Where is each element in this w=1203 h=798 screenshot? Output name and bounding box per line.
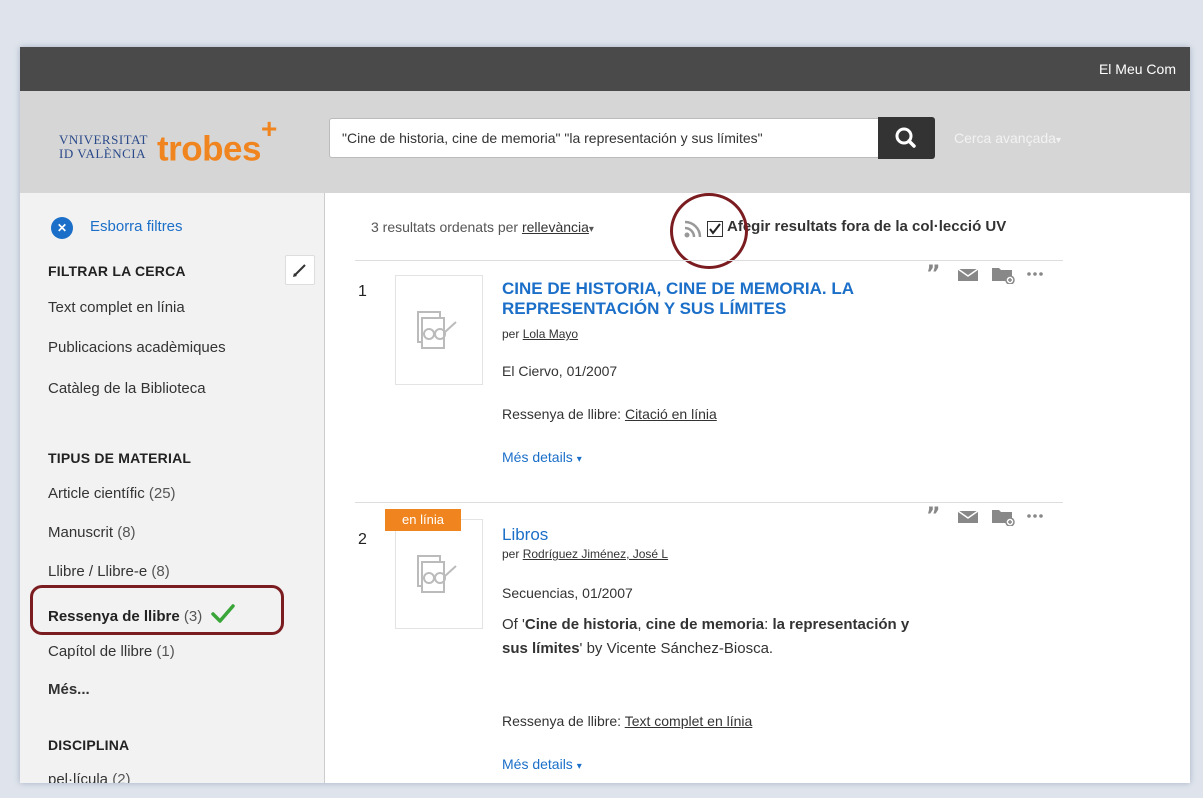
- facet-item-article[interactable]: Article científic (25): [48, 485, 176, 502]
- edit-filters-button[interactable]: [285, 255, 315, 285]
- result-thumbnail[interactable]: [395, 519, 483, 629]
- facet-heading-filter: FILTRAR LA CERCA: [48, 263, 186, 279]
- facet-item-manuscript[interactable]: Manuscrit (8): [48, 524, 136, 541]
- facet-item-chapter[interactable]: Capítol de llibre (1): [48, 643, 175, 660]
- email-icon[interactable]: [957, 264, 979, 284]
- result-type: Ressenya de llibre: Citació en línia: [502, 406, 717, 422]
- facet-more-link[interactable]: Més...: [48, 681, 90, 698]
- result-title-link[interactable]: Libros: [502, 525, 972, 545]
- facet-item-fulltext[interactable]: Text complet en línia: [48, 299, 185, 316]
- include-outside-label[interactable]: Afegir resultats fora de la col·lecció U…: [727, 218, 1006, 235]
- result-source: El Ciervo, 01/2007: [502, 363, 618, 379]
- facet-item-scholarly[interactable]: Publicacions acadèmiques: [48, 339, 226, 356]
- divider: [355, 502, 1063, 503]
- cite-icon[interactable]: ”: [925, 506, 945, 526]
- pencil-icon: [293, 264, 306, 277]
- results-pane: 3 resultats ordenats per rellevància▾ Af…: [325, 193, 1190, 783]
- sort-dropdown[interactable]: rellevància: [522, 219, 589, 235]
- result-source: Secuencias, 01/2007: [502, 585, 633, 601]
- university-logo: VNIVERSITAT ID VALÈNCIA: [59, 132, 148, 161]
- author-link[interactable]: Rodríguez Jiménez, José L: [523, 547, 668, 561]
- top-bar: El Meu Com: [20, 47, 1190, 91]
- facet-heading-discipline: DISCIPLINA: [48, 737, 130, 753]
- book-icon: [417, 311, 457, 349]
- result-number: 1: [358, 283, 367, 300]
- facet-item-book[interactable]: Llibre / Llibre-e (8): [48, 563, 170, 580]
- brand-name: trobes+: [157, 113, 277, 169]
- facet-item-catalog[interactable]: Catàleg de la Biblioteca: [48, 380, 206, 397]
- search-icon: [895, 127, 916, 148]
- advanced-search-link[interactable]: Cerca avançada▾: [954, 118, 1061, 161]
- browser-frame: El Meu Com VNIVERSITAT ID VALÈNCIA trobe…: [20, 47, 1190, 783]
- annotation-highlight-box: [30, 585, 284, 635]
- folder-add-icon[interactable]: [991, 506, 1015, 526]
- caret-down-icon: ▾: [576, 454, 582, 465]
- svg-text:”: ”: [926, 264, 940, 284]
- divider: [355, 260, 1063, 261]
- result-title-link[interactable]: CINE DE HISTORIA, CINE DE MEMORIA. LA RE…: [502, 279, 972, 319]
- caret-down-icon: ▾: [588, 224, 594, 235]
- result-thumbnail[interactable]: [395, 275, 483, 385]
- more-options-icon[interactable]: [1025, 506, 1045, 526]
- facet-heading-material: TIPUS DE MATERIAL: [48, 450, 192, 466]
- book-icon: [417, 555, 457, 593]
- online-badge: en línia: [385, 509, 461, 531]
- svg-text:”: ”: [926, 506, 940, 526]
- result-description: Of 'Cine de historia, cine de memoria: l…: [502, 616, 910, 657]
- result-number: 2: [358, 531, 367, 548]
- folder-add-icon[interactable]: [991, 264, 1015, 284]
- search-input[interactable]: "Cine de historia, cine de memoria" "la …: [329, 118, 879, 158]
- caret-down-icon: ▾: [1055, 135, 1061, 146]
- result-author: per Rodríguez Jiménez, José L: [502, 547, 669, 561]
- facet-sidebar: ✕ Esborra filtres FILTRAR LA CERCA Text …: [20, 193, 325, 783]
- my-account-link[interactable]: El Meu Com: [1099, 47, 1176, 91]
- cite-icon[interactable]: ”: [925, 264, 945, 284]
- author-link[interactable]: Lola Mayo: [523, 327, 578, 341]
- close-icon: ✕: [51, 217, 73, 239]
- more-options-icon[interactable]: [1025, 264, 1045, 284]
- annotation-circle: [670, 193, 748, 269]
- result-access-link[interactable]: Citació en línia: [625, 406, 717, 422]
- result-access-link[interactable]: Text complet en línia: [625, 713, 753, 729]
- result-author: per Lola Mayo: [502, 327, 579, 341]
- results-summary: 3 resultats ordenats per rellevància▾: [371, 219, 594, 235]
- more-details-toggle[interactable]: Més details ▾: [502, 756, 582, 772]
- more-details-toggle[interactable]: Més details ▾: [502, 449, 582, 465]
- header: VNIVERSITAT ID VALÈNCIA trobes+ "Cine de…: [20, 91, 1190, 193]
- result-type: Ressenya de llibre: Text complet en líni…: [502, 713, 753, 729]
- caret-down-icon: ▾: [576, 761, 582, 772]
- facet-item-film[interactable]: pel·lícula (2): [48, 771, 131, 783]
- search-button[interactable]: [878, 117, 935, 159]
- email-icon[interactable]: [957, 506, 979, 526]
